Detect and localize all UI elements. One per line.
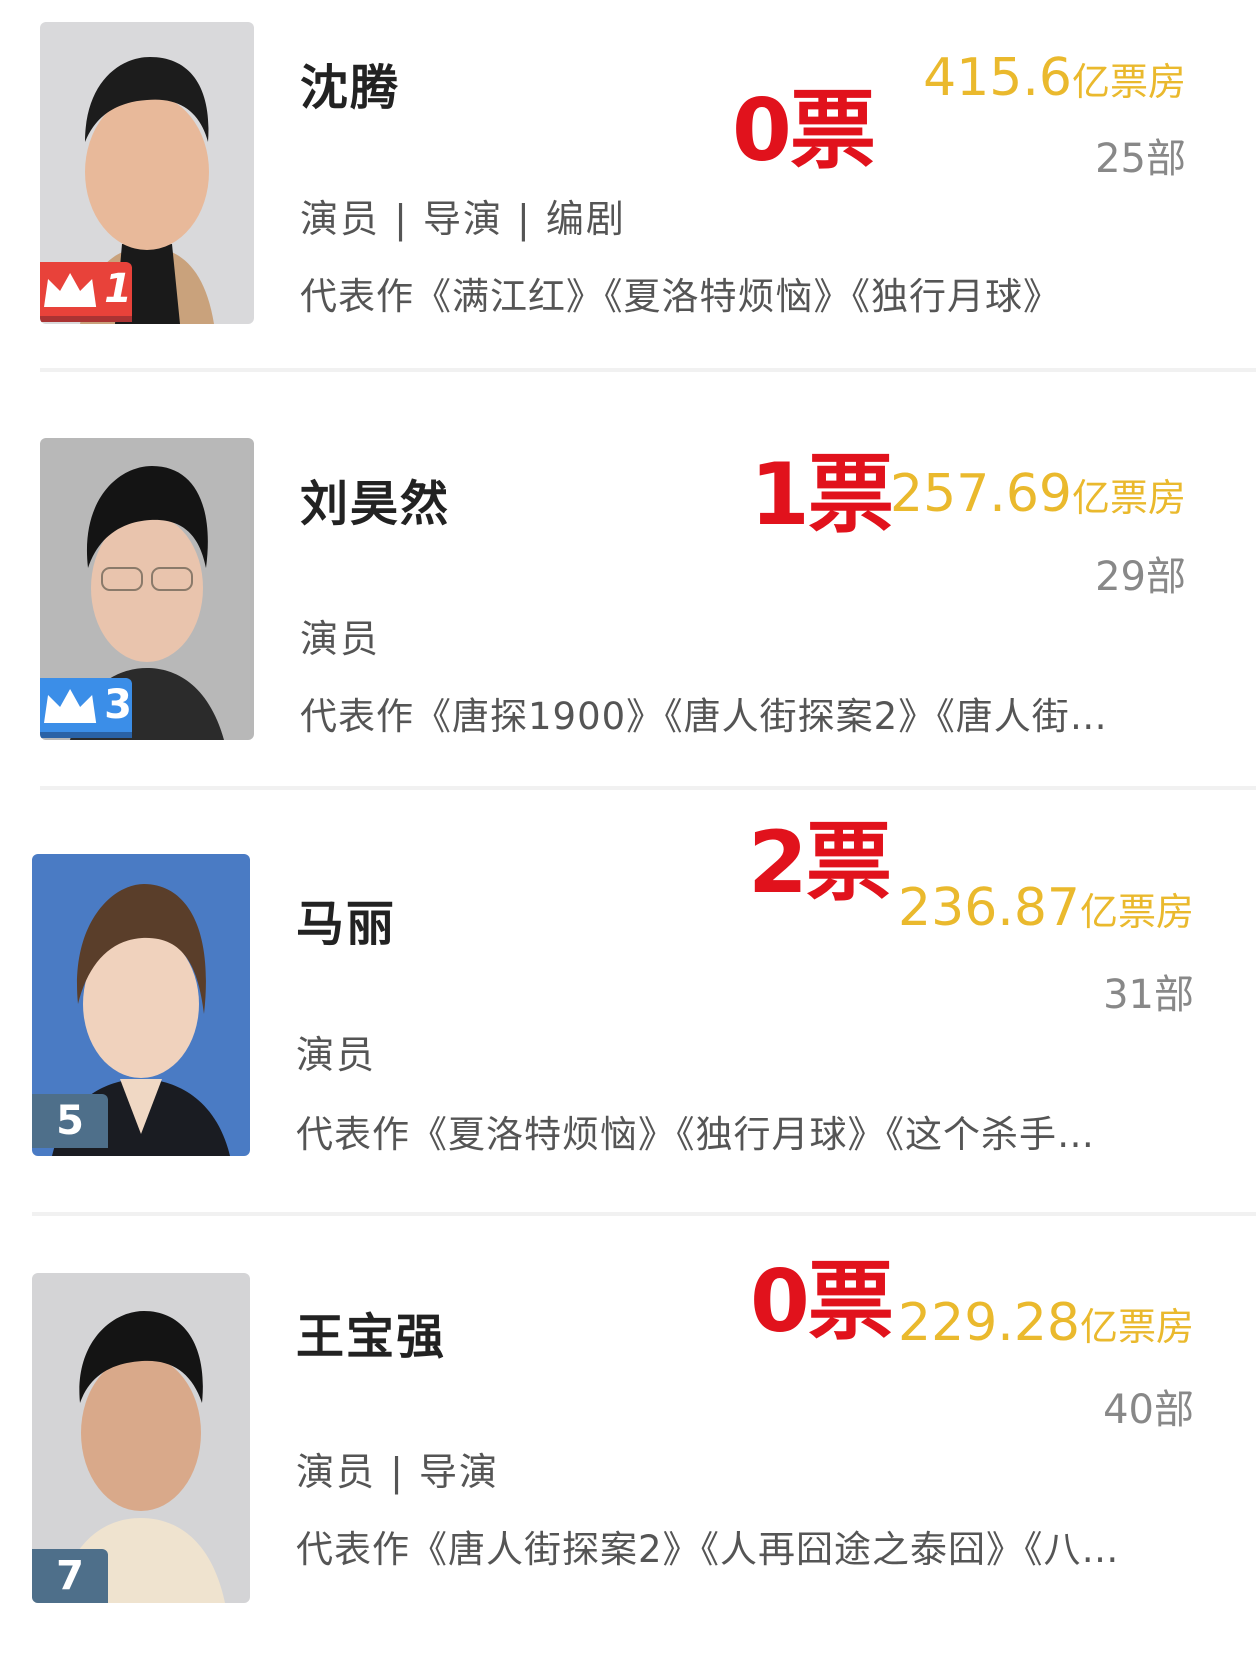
vote-count: 0票 bbox=[750, 1252, 894, 1352]
representative-works: 代表作《满江红》《夏洛特烦恼》《独行月球》 bbox=[300, 275, 1061, 318]
box-office: 257.69亿票房 bbox=[890, 464, 1186, 524]
box-office-value: 415.6 bbox=[923, 48, 1072, 108]
box-office-value: 236.87 bbox=[898, 878, 1080, 938]
crown-icon bbox=[44, 272, 97, 308]
box-office-unit: 亿票房 bbox=[1071, 60, 1186, 104]
representative-works: 代表作《唐人街探案2》《人再囧途之泰囧》《八… bbox=[296, 1528, 1120, 1571]
actor-roles: 演员 bbox=[296, 1033, 377, 1077]
box-office: 229.28亿票房 bbox=[898, 1293, 1194, 1353]
rank-number: 3 bbox=[104, 682, 132, 728]
crown-icon bbox=[44, 688, 97, 724]
rank-number: 1 bbox=[104, 266, 132, 312]
actor-photo[interactable]: 7 bbox=[32, 1273, 250, 1603]
representative-works: 代表作《唐探1900》《唐人街探案2》《唐人街… bbox=[300, 695, 1108, 738]
divider bbox=[32, 1212, 1256, 1216]
box-office-value: 257.69 bbox=[890, 464, 1072, 524]
divider bbox=[40, 368, 1256, 372]
box-office-unit: 亿票房 bbox=[1071, 476, 1186, 520]
actor-roles: 演员 | 导演 | 编剧 bbox=[300, 197, 626, 241]
actor-card[interactable]: 1 沈腾 0票 415.6亿票房 25部 演员 | 导演 | 编剧 代表作《满江… bbox=[0, 0, 1256, 420]
actor-roles: 演员 bbox=[300, 617, 381, 661]
box-office-unit: 亿票房 bbox=[1079, 890, 1194, 934]
actor-photo[interactable]: 1 bbox=[40, 22, 254, 324]
box-office-unit: 亿票房 bbox=[1079, 1305, 1194, 1349]
actor-name: 刘昊然 bbox=[300, 476, 451, 532]
actor-name: 王宝强 bbox=[296, 1309, 447, 1365]
vote-count: 1票 bbox=[750, 445, 894, 545]
actor-ranking-list: 1 沈腾 0票 415.6亿票房 25部 演员 | 导演 | 编剧 代表作《满江… bbox=[0, 0, 1256, 1603]
vote-count: 2票 bbox=[748, 813, 892, 913]
films-count: 29部 bbox=[1095, 554, 1186, 600]
rank-badge: 7 bbox=[32, 1549, 108, 1603]
divider bbox=[40, 786, 1256, 790]
actor-card[interactable]: 3 刘昊然 1票 257.69亿票房 29部 演员 代表作《唐探1900》《唐人… bbox=[0, 420, 1256, 840]
films-count: 25部 bbox=[1095, 136, 1186, 182]
actor-photo[interactable]: 5 bbox=[32, 854, 250, 1156]
actor-card[interactable]: 7 王宝强 0票 229.28亿票房 40部 演员 | 导演 代表作《唐人街探案… bbox=[0, 1252, 1256, 1677]
box-office: 236.87亿票房 bbox=[898, 878, 1194, 938]
rank-number: 7 bbox=[56, 1553, 84, 1599]
rank-number: 5 bbox=[56, 1098, 84, 1144]
actor-photo[interactable]: 3 bbox=[40, 438, 254, 740]
rank-badge: 3 bbox=[40, 678, 132, 732]
actor-card[interactable]: 5 马丽 2票 236.87亿票房 31部 演员 代表作《夏洛特烦恼》《独行月球… bbox=[0, 813, 1256, 1258]
box-office: 415.6亿票房 bbox=[923, 48, 1186, 108]
vote-count: 0票 bbox=[732, 81, 876, 181]
rank-badge: 5 bbox=[32, 1094, 108, 1148]
rank-badge: 1 bbox=[40, 262, 132, 316]
actor-roles: 演员 | 导演 bbox=[296, 1450, 499, 1494]
box-office-value: 229.28 bbox=[898, 1293, 1080, 1353]
representative-works: 代表作《夏洛特烦恼》《独行月球》《这个杀手… bbox=[296, 1113, 1095, 1156]
actor-name: 沈腾 bbox=[300, 60, 401, 116]
films-count: 40部 bbox=[1103, 1387, 1194, 1433]
actor-name: 马丽 bbox=[296, 896, 397, 952]
films-count: 31部 bbox=[1103, 972, 1194, 1018]
